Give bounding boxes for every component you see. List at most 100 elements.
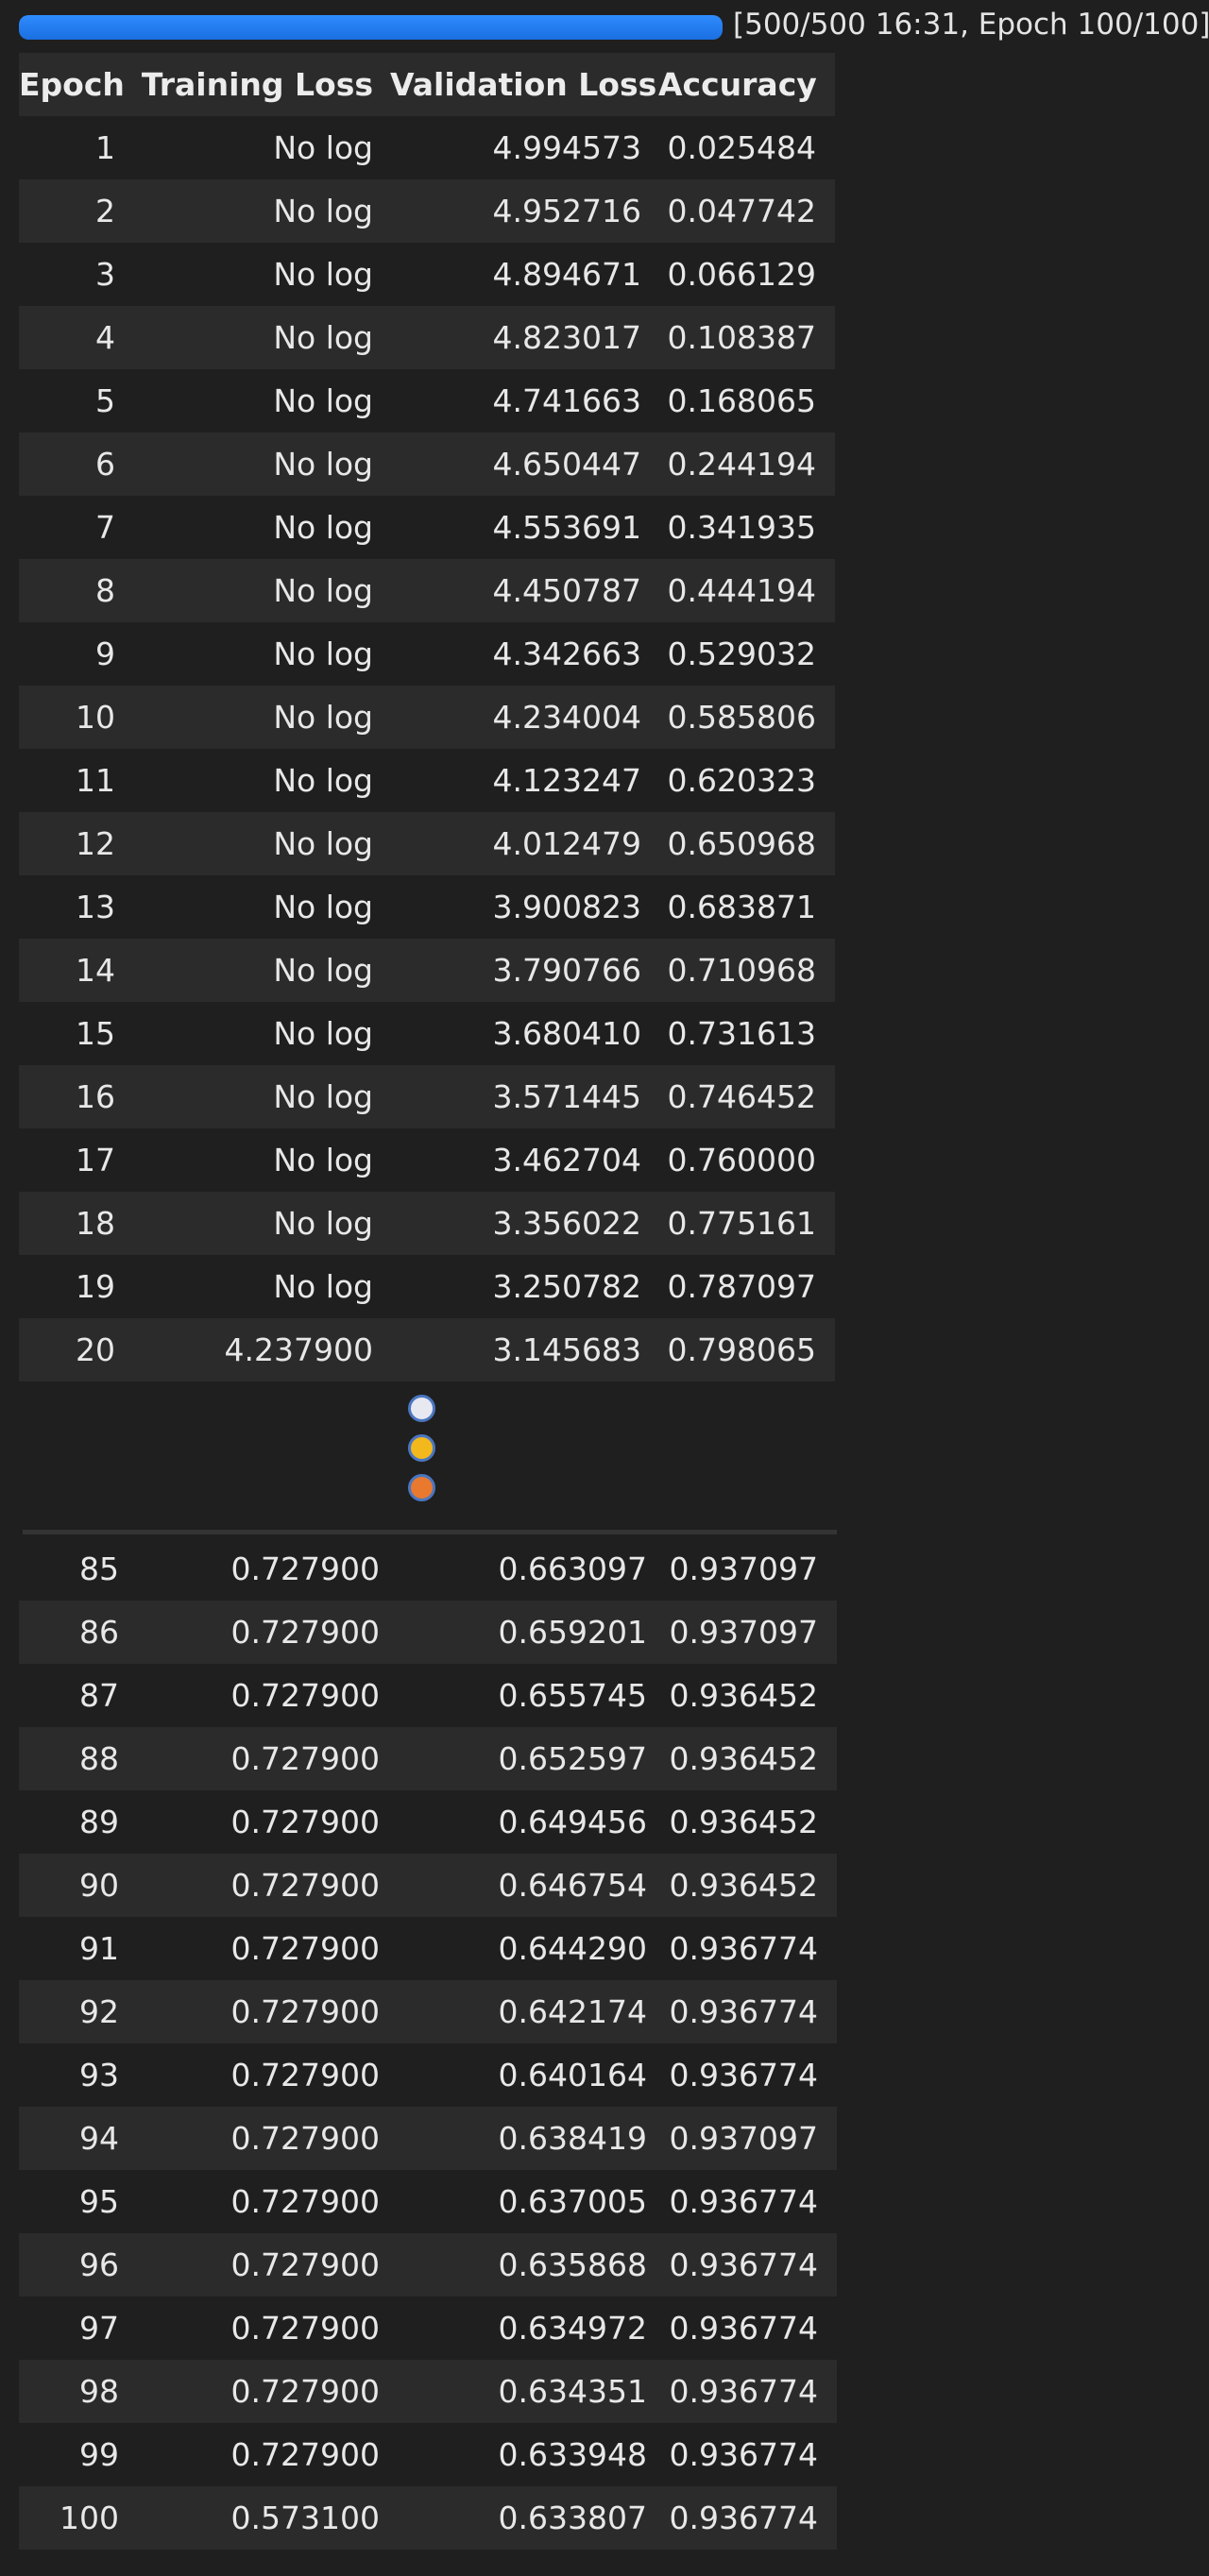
cell-epoch: 97 <box>19 2296 138 2360</box>
cell-training-loss: No log <box>134 496 390 559</box>
cell-epoch: 7 <box>19 496 134 559</box>
cell-epoch: 89 <box>19 1790 138 1854</box>
cell-accuracy: 0.937097 <box>660 1601 837 1664</box>
cell-epoch: 14 <box>19 939 134 1002</box>
table-row: 20 4.237900 3.145683 0.798065 <box>19 1318 835 1381</box>
cell-validation-loss: 0.634972 <box>393 2296 660 2360</box>
cell-accuracy: 0.025484 <box>658 116 835 179</box>
cell-epoch: 18 <box>19 1192 134 1255</box>
progress-bar-fill <box>19 15 723 40</box>
cell-accuracy: 0.683871 <box>658 875 835 939</box>
cell-epoch: 9 <box>19 622 134 686</box>
cell-training-loss: 0.727900 <box>138 1980 393 2043</box>
cell-epoch: 88 <box>19 1727 138 1790</box>
cell-epoch: 96 <box>19 2233 138 2296</box>
cell-accuracy: 0.341935 <box>658 496 835 559</box>
cell-validation-loss: 4.894671 <box>390 243 658 306</box>
cell-epoch: 10 <box>19 686 134 749</box>
cell-training-loss: No log <box>134 939 390 1002</box>
cell-validation-loss: 4.650447 <box>390 432 658 496</box>
cell-validation-loss: 4.741663 <box>390 369 658 432</box>
cell-epoch: 13 <box>19 875 134 939</box>
cell-accuracy: 0.731613 <box>658 1002 835 1065</box>
cell-epoch: 99 <box>19 2423 138 2486</box>
cell-training-loss: No log <box>134 369 390 432</box>
cell-accuracy: 0.936774 <box>660 2233 837 2296</box>
table-row: 97 0.727900 0.634972 0.936774 <box>19 2296 837 2360</box>
cell-accuracy: 0.937097 <box>660 2107 837 2170</box>
table-row: 13 No log 3.900823 0.683871 <box>19 875 835 939</box>
training-progress: [500/500 16:31, Epoch 100/100] <box>0 0 1209 53</box>
cell-accuracy: 0.650968 <box>658 812 835 875</box>
cell-validation-loss: 3.680410 <box>390 1002 658 1065</box>
cell-accuracy: 0.775161 <box>658 1192 835 1255</box>
cell-accuracy: 0.444194 <box>658 559 835 622</box>
cell-accuracy: 0.529032 <box>658 622 835 686</box>
table-row: 89 0.727900 0.649456 0.936452 <box>19 1790 837 1854</box>
cell-training-loss: 0.727900 <box>138 2423 393 2486</box>
cell-validation-loss: 3.356022 <box>390 1192 658 1255</box>
cell-training-loss: 0.573100 <box>138 2486 393 2550</box>
table-row: 86 0.727900 0.659201 0.937097 <box>19 1601 837 1664</box>
cell-epoch: 85 <box>19 1537 138 1601</box>
cell-epoch: 5 <box>19 369 134 432</box>
cell-training-loss: No log <box>134 179 390 243</box>
cell-training-loss: 0.727900 <box>138 1537 393 1601</box>
cell-training-loss: No log <box>134 432 390 496</box>
cell-accuracy: 0.936774 <box>660 2170 837 2233</box>
cell-training-loss: No log <box>134 1128 390 1192</box>
cell-training-loss: 0.727900 <box>138 1664 393 1727</box>
cell-validation-loss: 4.342663 <box>390 622 658 686</box>
table-row: 91 0.727900 0.644290 0.936774 <box>19 1917 837 1980</box>
cell-validation-loss: 0.633948 <box>393 2423 660 2486</box>
cell-accuracy: 0.936774 <box>660 2360 837 2423</box>
cell-accuracy: 0.585806 <box>658 686 835 749</box>
omission-dot-icon <box>408 1434 435 1462</box>
table-row: 9 No log 4.342663 0.529032 <box>19 622 835 686</box>
cell-training-loss: 0.727900 <box>138 2107 393 2170</box>
cell-accuracy: 0.798065 <box>658 1318 835 1381</box>
header-validation-loss: Validation Loss <box>390 53 658 116</box>
cell-validation-loss: 4.123247 <box>390 749 658 812</box>
cell-validation-loss: 3.900823 <box>390 875 658 939</box>
cell-epoch: 87 <box>19 1664 138 1727</box>
cell-epoch: 17 <box>19 1128 134 1192</box>
cell-validation-loss: 0.642174 <box>393 1980 660 2043</box>
table-row: 93 0.727900 0.640164 0.936774 <box>19 2043 837 2107</box>
cell-epoch: 98 <box>19 2360 138 2423</box>
table-row: 96 0.727900 0.635868 0.936774 <box>19 2233 837 2296</box>
cell-validation-loss: 0.633807 <box>393 2486 660 2550</box>
table-row: 1 No log 4.994573 0.025484 <box>19 116 835 179</box>
table-row: 4 No log 4.823017 0.108387 <box>19 306 835 369</box>
cell-validation-loss: 4.994573 <box>390 116 658 179</box>
cell-training-loss: No log <box>134 1192 390 1255</box>
table-row: 98 0.727900 0.634351 0.936774 <box>19 2360 837 2423</box>
cell-validation-loss: 3.571445 <box>390 1065 658 1128</box>
cell-validation-loss: 4.012479 <box>390 812 658 875</box>
cell-accuracy: 0.936774 <box>660 2423 837 2486</box>
cell-accuracy: 0.936452 <box>660 1664 837 1727</box>
table-row: 7 No log 4.553691 0.341935 <box>19 496 835 559</box>
cell-training-loss: No log <box>134 243 390 306</box>
progress-bar <box>19 15 723 40</box>
cell-validation-loss: 3.250782 <box>390 1255 658 1318</box>
table-row: 100 0.573100 0.633807 0.936774 <box>19 2486 837 2550</box>
cell-validation-loss: 4.952716 <box>390 179 658 243</box>
table-header-row: Epoch Training Loss Validation Loss Accu… <box>19 53 835 116</box>
cell-epoch: 90 <box>19 1854 138 1917</box>
cell-training-loss: No log <box>134 1002 390 1065</box>
cell-epoch: 12 <box>19 812 134 875</box>
cell-epoch: 94 <box>19 2107 138 2170</box>
cell-epoch: 3 <box>19 243 134 306</box>
cell-validation-loss: 0.637005 <box>393 2170 660 2233</box>
cell-epoch: 6 <box>19 432 134 496</box>
cell-validation-loss: 0.635868 <box>393 2233 660 2296</box>
cell-epoch: 91 <box>19 1917 138 1980</box>
cell-epoch: 4 <box>19 306 134 369</box>
cell-validation-loss: 0.663097 <box>393 1537 660 1601</box>
header-epoch: Epoch <box>19 53 134 116</box>
cell-epoch: 20 <box>19 1318 134 1381</box>
header-accuracy: Accuracy <box>658 53 835 116</box>
cell-validation-loss: 3.145683 <box>390 1318 658 1381</box>
cell-accuracy: 0.760000 <box>658 1128 835 1192</box>
